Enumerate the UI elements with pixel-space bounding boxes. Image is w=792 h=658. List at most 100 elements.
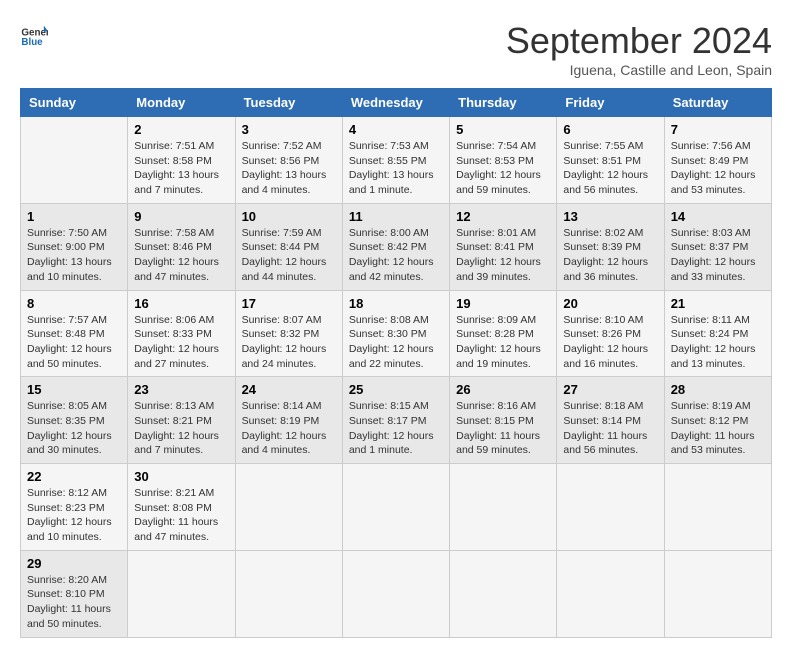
weekday-header-thursday: Thursday xyxy=(450,89,557,117)
calendar-cell: 19 Sunrise: 8:09 AMSunset: 8:28 PMDayligh… xyxy=(450,290,557,377)
calendar-week-0: 2Sunrise: 7:51 AMSunset: 8:58 PMDaylight… xyxy=(21,117,772,204)
calendar-cell: 7 Sunrise: 7:56 AMSunset: 8:49 PMDaylight… xyxy=(664,117,771,204)
day-number: 18 xyxy=(349,296,443,311)
day-number: 20 xyxy=(563,296,657,311)
day-info: Sunrise: 8:13 AMSunset: 8:21 PMDaylight:… xyxy=(134,399,228,458)
calendar-table: SundayMondayTuesdayWednesdayThursdayFrid… xyxy=(20,88,772,638)
day-info: Sunrise: 7:57 AMSunset: 8:48 PMDaylight:… xyxy=(27,313,121,372)
day-number: 16 xyxy=(134,296,228,311)
calendar-cell: 28Sunrise: 8:19 AMSunset: 8:12 PMDayligh… xyxy=(664,377,771,464)
weekday-header-wednesday: Wednesday xyxy=(342,89,449,117)
calendar-cell xyxy=(128,550,235,637)
day-number: 23 xyxy=(134,382,228,397)
page-header: General Blue September 2024 Iguena, Cast… xyxy=(20,20,772,78)
calendar-cell: 15Sunrise: 8:05 AMSunset: 8:35 PMDayligh… xyxy=(21,377,128,464)
day-number: 7 xyxy=(671,122,765,137)
calendar-cell: 8 Sunrise: 7:57 AMSunset: 8:48 PMDaylight… xyxy=(21,290,128,377)
weekday-header-saturday: Saturday xyxy=(664,89,771,117)
day-number: 28 xyxy=(671,382,765,397)
calendar-week-3: 15Sunrise: 8:05 AMSunset: 8:35 PMDayligh… xyxy=(21,377,772,464)
calendar-cell xyxy=(664,550,771,637)
day-info: Sunrise: 7:58 AMSunset: 8:46 PMDaylight:… xyxy=(134,226,228,285)
day-info: Sunrise: 8:16 AMSunset: 8:15 PMDaylight:… xyxy=(456,399,550,458)
calendar-week-5: 29Sunrise: 8:20 AMSunset: 8:10 PMDayligh… xyxy=(21,550,772,637)
day-info: Sunrise: 7:53 AMSunset: 8:55 PMDaylight:… xyxy=(349,139,443,198)
day-number: 12 xyxy=(456,209,550,224)
day-number: 17 xyxy=(242,296,336,311)
calendar-week-4: 22 Sunrise: 8:12 AMSunset: 8:23 PMDayligh… xyxy=(21,464,772,551)
calendar-week-1: 1Sunrise: 7:50 AMSunset: 9:00 PMDaylight… xyxy=(21,203,772,290)
calendar-cell xyxy=(557,550,664,637)
calendar-cell: 16 Sunrise: 8:06 AMSunset: 8:33 PMDayligh… xyxy=(128,290,235,377)
day-number: 19 xyxy=(456,296,550,311)
day-number: 8 xyxy=(27,296,121,311)
day-number: 9 xyxy=(134,209,228,224)
calendar-cell: 21Sunrise: 8:11 AMSunset: 8:24 PMDayligh… xyxy=(664,290,771,377)
weekday-header-sunday: Sunday xyxy=(21,89,128,117)
calendar-cell: 2Sunrise: 7:51 AMSunset: 8:58 PMDaylight… xyxy=(128,117,235,204)
day-info: Sunrise: 8:03 AMSunset: 8:37 PMDaylight:… xyxy=(671,226,765,285)
calendar-cell: 12 Sunrise: 8:01 AMSunset: 8:41 PMDayligh… xyxy=(450,203,557,290)
calendar-cell xyxy=(664,464,771,551)
day-info: Sunrise: 8:07 AMSunset: 8:32 PMDaylight:… xyxy=(242,313,336,372)
calendar-cell xyxy=(450,464,557,551)
calendar-cell: 1Sunrise: 7:50 AMSunset: 9:00 PMDaylight… xyxy=(21,203,128,290)
day-info: Sunrise: 7:55 AMSunset: 8:51 PMDaylight:… xyxy=(563,139,657,198)
day-number: 26 xyxy=(456,382,550,397)
calendar-cell: 3 Sunrise: 7:52 AMSunset: 8:56 PMDaylight… xyxy=(235,117,342,204)
day-number: 30 xyxy=(134,469,228,484)
day-info: Sunrise: 8:12 AMSunset: 8:23 PMDaylight:… xyxy=(27,486,121,545)
calendar-cell xyxy=(342,464,449,551)
day-number: 1 xyxy=(27,209,121,224)
calendar-cell: 30Sunrise: 8:21 AMSunset: 8:08 PMDayligh… xyxy=(128,464,235,551)
calendar-cell: 17 Sunrise: 8:07 AMSunset: 8:32 PMDayligh… xyxy=(235,290,342,377)
day-info: Sunrise: 7:52 AMSunset: 8:56 PMDaylight:… xyxy=(242,139,336,198)
calendar-cell: 25Sunrise: 8:15 AMSunset: 8:17 PMDayligh… xyxy=(342,377,449,464)
day-number: 3 xyxy=(242,122,336,137)
day-number: 6 xyxy=(563,122,657,137)
day-number: 27 xyxy=(563,382,657,397)
weekday-header-friday: Friday xyxy=(557,89,664,117)
location-subtitle: Iguena, Castille and Leon, Spain xyxy=(506,62,772,78)
logo: General Blue xyxy=(20,20,48,48)
day-number: 4 xyxy=(349,122,443,137)
calendar-cell: 24Sunrise: 8:14 AMSunset: 8:19 PMDayligh… xyxy=(235,377,342,464)
weekday-header-tuesday: Tuesday xyxy=(235,89,342,117)
calendar-cell: 18Sunrise: 8:08 AMSunset: 8:30 PMDayligh… xyxy=(342,290,449,377)
day-number: 15 xyxy=(27,382,121,397)
svg-text:Blue: Blue xyxy=(21,37,43,48)
weekday-header-monday: Monday xyxy=(128,89,235,117)
day-info: Sunrise: 8:10 AMSunset: 8:26 PMDaylight:… xyxy=(563,313,657,372)
day-info: Sunrise: 8:02 AMSunset: 8:39 PMDaylight:… xyxy=(563,226,657,285)
day-info: Sunrise: 7:54 AMSunset: 8:53 PMDaylight:… xyxy=(456,139,550,198)
calendar-cell: 27 Sunrise: 8:18 AMSunset: 8:14 PMDayligh… xyxy=(557,377,664,464)
day-info: Sunrise: 8:18 AMSunset: 8:14 PMDaylight:… xyxy=(563,399,657,458)
day-info: Sunrise: 7:59 AMSunset: 8:44 PMDaylight:… xyxy=(242,226,336,285)
calendar-cell: 14 Sunrise: 8:03 AMSunset: 8:37 PMDayligh… xyxy=(664,203,771,290)
calendar-cell: 26 Sunrise: 8:16 AMSunset: 8:15 PMDayligh… xyxy=(450,377,557,464)
calendar-cell: 6 Sunrise: 7:55 AMSunset: 8:51 PMDaylight… xyxy=(557,117,664,204)
day-info: Sunrise: 7:56 AMSunset: 8:49 PMDaylight:… xyxy=(671,139,765,198)
calendar-cell: 4 Sunrise: 7:53 AMSunset: 8:55 PMDaylight… xyxy=(342,117,449,204)
calendar-cell xyxy=(21,117,128,204)
day-info: Sunrise: 8:09 AMSunset: 8:28 PMDaylight:… xyxy=(456,313,550,372)
day-info: Sunrise: 8:06 AMSunset: 8:33 PMDaylight:… xyxy=(134,313,228,372)
calendar-cell xyxy=(557,464,664,551)
day-info: Sunrise: 8:15 AMSunset: 8:17 PMDaylight:… xyxy=(349,399,443,458)
day-info: Sunrise: 8:00 AMSunset: 8:42 PMDaylight:… xyxy=(349,226,443,285)
calendar-cell: 20 Sunrise: 8:10 AMSunset: 8:26 PMDayligh… xyxy=(557,290,664,377)
calendar-cell: 13Sunrise: 8:02 AMSunset: 8:39 PMDayligh… xyxy=(557,203,664,290)
day-info: Sunrise: 7:51 AMSunset: 8:58 PMDaylight:… xyxy=(134,139,228,198)
day-number: 24 xyxy=(242,382,336,397)
day-number: 21 xyxy=(671,296,765,311)
title-area: September 2024 Iguena, Castille and Leon… xyxy=(506,20,772,78)
calendar-cell: 22 Sunrise: 8:12 AMSunset: 8:23 PMDayligh… xyxy=(21,464,128,551)
day-number: 5 xyxy=(456,122,550,137)
day-info: Sunrise: 8:20 AMSunset: 8:10 PMDaylight:… xyxy=(27,573,121,632)
calendar-cell: 5 Sunrise: 7:54 AMSunset: 8:53 PMDaylight… xyxy=(450,117,557,204)
day-number: 14 xyxy=(671,209,765,224)
calendar-cell xyxy=(235,464,342,551)
day-number: 22 xyxy=(27,469,121,484)
calendar-cell xyxy=(450,550,557,637)
day-info: Sunrise: 8:01 AMSunset: 8:41 PMDaylight:… xyxy=(456,226,550,285)
